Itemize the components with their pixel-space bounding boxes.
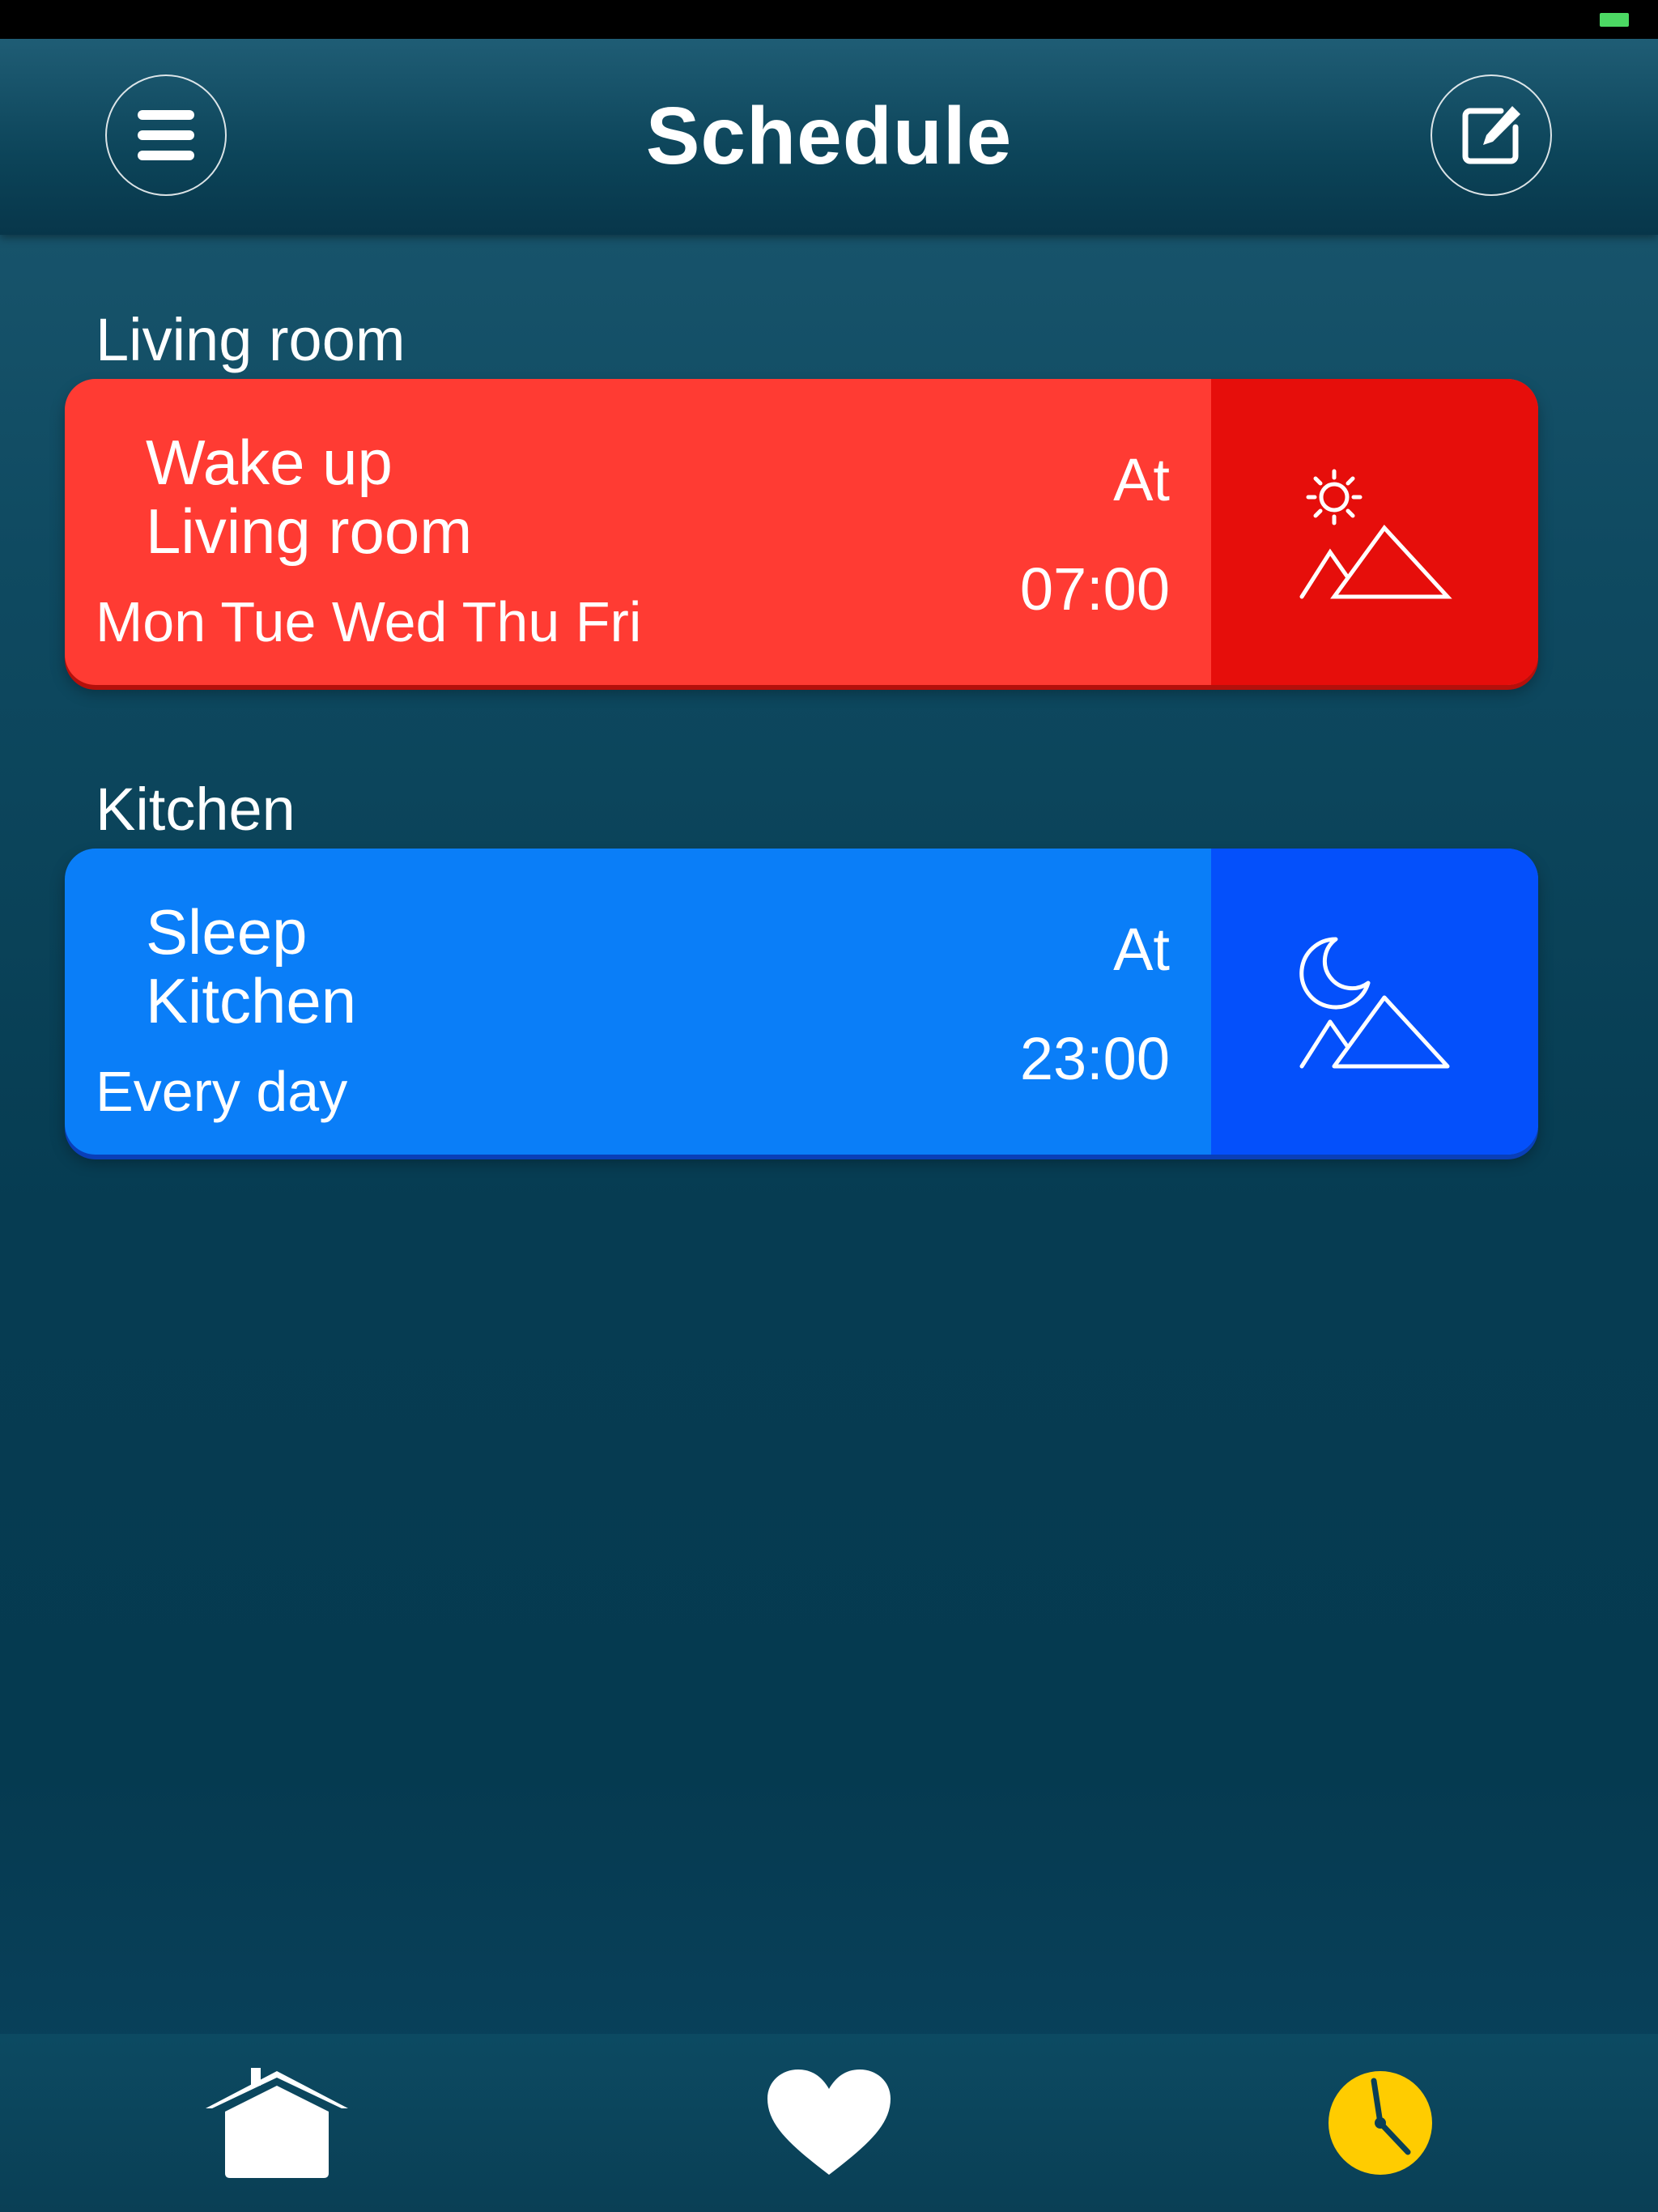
clock-icon: [1329, 2071, 1432, 2175]
schedule-at-label: At: [1113, 916, 1170, 983]
schedule-room: Living room: [146, 496, 473, 567]
schedule-days: Every day: [96, 1060, 348, 1123]
sunrise-mountain-icon: [1299, 469, 1452, 599]
tab-favorites[interactable]: [748, 2050, 910, 2196]
moon-mountain-icon: [1299, 937, 1450, 1069]
scene-icon-panel: [1211, 379, 1538, 685]
schedule-at-label: At: [1113, 446, 1170, 513]
room-heading-living-room: Living room: [96, 306, 406, 373]
schedule-days: Mon Tue Wed Thu Fri: [96, 590, 642, 653]
schedule-name: Wake up: [146, 427, 393, 498]
tab-home[interactable]: [196, 2050, 358, 2196]
tab-bar: [0, 2034, 1658, 2212]
schedule-card-sleep[interactable]: Sleep Kitchen Every day At 23:00: [65, 849, 1538, 1155]
heart-icon: [767, 2069, 891, 2175]
schedule-time: 23:00: [1019, 1025, 1170, 1092]
home-icon: [206, 2068, 348, 2178]
schedule-time: 07:00: [1019, 555, 1170, 623]
schedule-name: Sleep: [146, 896, 308, 968]
schedule-room: Kitchen: [146, 965, 357, 1036]
tab-schedule[interactable]: [1299, 2050, 1461, 2196]
schedule-card-wake-up[interactable]: Wake up Living room Mon Tue Wed Thu Fri …: [65, 379, 1538, 685]
edit-button[interactable]: [1431, 74, 1552, 196]
scene-icon-panel: [1211, 849, 1538, 1155]
room-heading-kitchen: Kitchen: [96, 776, 295, 843]
page-title: Schedule: [645, 91, 1013, 181]
header-bar: Schedule: [0, 39, 1658, 235]
battery-icon: [1600, 13, 1629, 27]
edit-icon: [1462, 106, 1520, 164]
status-bar: [0, 0, 1658, 39]
